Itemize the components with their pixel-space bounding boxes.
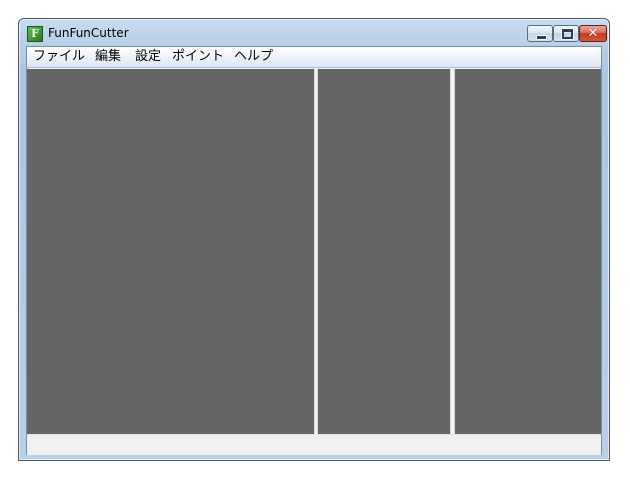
menu-help[interactable]: ヘルプ (234, 48, 273, 66)
app-window: F FunFunCutter ✕ ファイル 編集 設定 ポイント ヘルプ (18, 18, 610, 461)
client-area: ファイル 編集 設定 ポイント ヘルプ (26, 46, 602, 455)
title-bar[interactable]: F FunFunCutter ✕ (19, 19, 609, 46)
minimize-button[interactable] (527, 25, 553, 42)
maximize-icon (562, 29, 573, 39)
right-panel[interactable] (455, 69, 601, 434)
minimize-icon (536, 35, 547, 40)
close-button[interactable]: ✕ (579, 25, 607, 42)
maximize-button[interactable] (553, 25, 579, 42)
middle-panel[interactable] (318, 69, 450, 434)
window-title: FunFunCutter (48, 26, 129, 40)
close-icon: ✕ (587, 26, 599, 41)
menu-settings[interactable]: 設定 (135, 48, 161, 66)
app-icon[interactable]: F (27, 26, 43, 42)
menu-edit[interactable]: 編集 (95, 48, 121, 66)
menu-point[interactable]: ポイント (172, 48, 224, 66)
status-bar (27, 434, 601, 455)
menu-file[interactable]: ファイル (33, 48, 85, 66)
left-panel[interactable] (27, 69, 314, 434)
menu-bar: ファイル 編集 設定 ポイント ヘルプ (27, 47, 601, 68)
